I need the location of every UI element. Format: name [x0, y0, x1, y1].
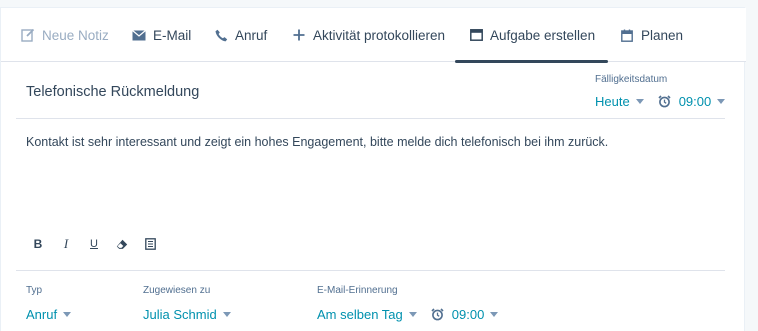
- bold-button[interactable]: B: [30, 236, 46, 252]
- task-panel: Neue Notiz E-Mail Anruf Aktivität protok…: [0, 7, 746, 331]
- tab-log-activity[interactable]: Aktivität protokollieren: [291, 8, 445, 62]
- title-divider: [16, 118, 725, 119]
- chevron-down-icon: [635, 98, 644, 104]
- task-window-icon: [468, 27, 484, 43]
- clear-format-eraser-icon[interactable]: [114, 236, 130, 252]
- alarm-clock-icon: [431, 307, 444, 321]
- chevron-down-icon: [717, 98, 726, 104]
- envelope-icon: [131, 27, 147, 43]
- calendar-icon: [619, 27, 635, 43]
- tab-new-note-label: Neue Notiz: [42, 27, 109, 43]
- tab-create-task[interactable]: Aufgabe erstellen: [454, 8, 609, 63]
- assigned-label: Zugewiesen zu: [143, 285, 211, 296]
- task-notes-editor[interactable]: Kontakt ist sehr interessant und zeigt e…: [26, 135, 608, 149]
- plus-icon: [291, 27, 307, 43]
- footer-divider: [16, 270, 725, 271]
- tab-schedule[interactable]: Planen: [619, 8, 683, 62]
- due-date-row: Heute 09:00: [595, 93, 726, 109]
- due-date-label: Fälligkeitsdatum: [595, 74, 668, 85]
- chevron-down-icon: [408, 311, 417, 317]
- task-title-input[interactable]: Telefonische Rückmeldung: [26, 84, 199, 100]
- assigned-value: Julia Schmid: [143, 306, 217, 322]
- tab-create-task-label: Aufgabe erstellen: [490, 27, 596, 43]
- reminder-dropdown[interactable]: Am selben Tag: [317, 307, 403, 322]
- chevron-down-icon: [222, 311, 231, 317]
- underline-button[interactable]: U: [86, 236, 102, 252]
- snippet-document-icon[interactable]: [142, 236, 158, 252]
- reminder-label: E-Mail-Erinnerung: [317, 285, 398, 296]
- reminder-row: Am selben Tag 09:00: [317, 306, 499, 322]
- due-date-dropdown[interactable]: Heute: [595, 94, 630, 109]
- tab-call-label: Anruf: [235, 27, 268, 43]
- tab-log-activity-label: Aktivität protokollieren: [313, 27, 446, 43]
- tab-email[interactable]: E-Mail: [131, 8, 191, 62]
- type-dropdown[interactable]: Anruf: [26, 306, 72, 322]
- italic-button[interactable]: I: [58, 236, 74, 252]
- activity-tabs: Neue Notiz E-Mail Anruf Aktivität protok…: [1, 8, 746, 63]
- reminder-time-dropdown[interactable]: 09:00: [452, 307, 485, 322]
- type-value: Anruf: [26, 306, 58, 322]
- rich-text-toolbar: B I U: [30, 236, 170, 252]
- tab-schedule-label: Planen: [641, 27, 684, 43]
- tab-new-note[interactable]: Neue Notiz: [20, 8, 109, 62]
- type-label: Typ: [26, 285, 43, 296]
- alarm-clock-icon: [658, 94, 671, 108]
- due-time-dropdown[interactable]: 09:00: [679, 94, 712, 109]
- chevron-down-icon: [490, 311, 499, 317]
- phone-icon: [213, 27, 229, 43]
- chevron-down-icon: [63, 311, 72, 317]
- assigned-dropdown[interactable]: Julia Schmid: [143, 306, 231, 322]
- pencil-note-icon: [20, 27, 36, 43]
- tab-email-label: E-Mail: [153, 27, 192, 43]
- tab-call[interactable]: Anruf: [213, 8, 267, 62]
